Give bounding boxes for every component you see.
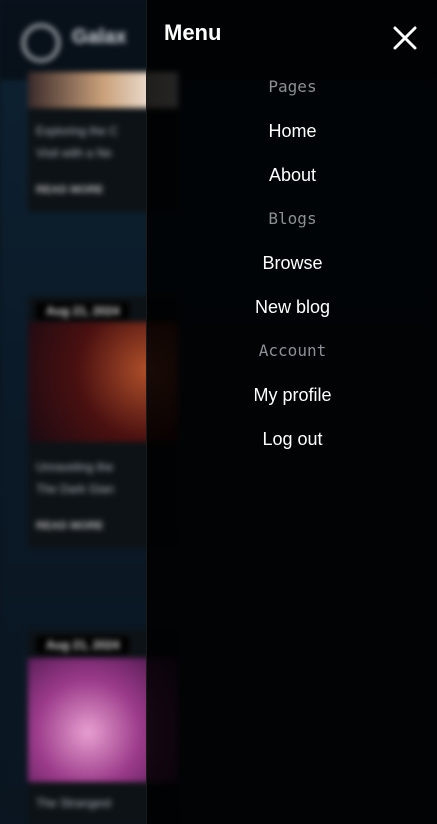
menu-item-new-blog[interactable]: New blog [147,297,437,318]
logo-text: Galax [72,26,127,48]
section-label-blogs: Blogs [268,209,317,228]
menu-item-browse[interactable]: Browse [147,253,437,274]
card-excerpt: Exploring the C Visit with a Ne [36,124,119,160]
page: Galax Exploring the C Visit with a Ne RE… [0,0,437,824]
close-button[interactable] [391,24,419,52]
card-date: Aug 21, 2024 [36,302,130,320]
section-label-account: Account [258,341,327,360]
close-icon [393,26,417,50]
menu-item-about[interactable]: About [147,165,437,186]
menu-item-my-profile[interactable]: My profile [147,385,437,406]
menu-item-home[interactable]: Home [147,121,437,142]
menu-item-log-out[interactable]: Log out [147,429,437,450]
read-more-link[interactable]: READ MORE [36,520,103,532]
menu-title: Menu [164,20,222,45]
side-menu: Menu Pages Home About Blogs Browse New b… [146,0,437,824]
read-more-link[interactable]: READ MORE [36,184,103,196]
card-excerpt: The Strangest [36,796,112,810]
section-label-pages: Pages [268,77,317,96]
logo-icon [22,24,60,62]
card-excerpt: Unraveling the The Dark Gian [36,460,115,496]
card-date: Aug 21, 2024 [36,636,130,654]
